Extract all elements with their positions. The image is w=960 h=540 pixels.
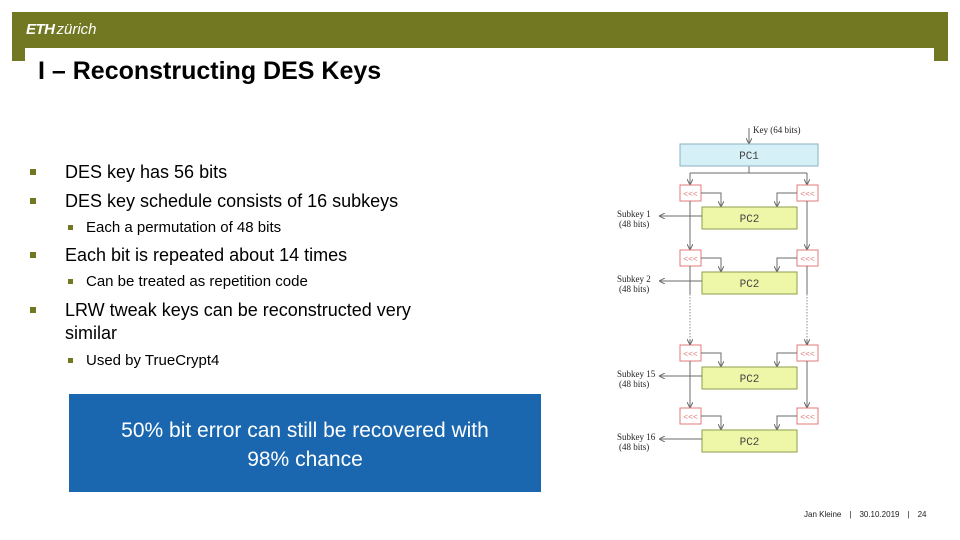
callout-line-2: 98% chance bbox=[247, 448, 363, 471]
bullet-text: similar bbox=[65, 323, 117, 343]
subkey-label: Subkey 1 bbox=[617, 209, 651, 219]
footer-separator: | bbox=[907, 510, 910, 519]
footer-page-number: 24 bbox=[917, 510, 927, 519]
eth-logo: ETH zürich bbox=[26, 20, 97, 40]
subkey-label: Subkey 16 bbox=[617, 432, 656, 442]
subkey-bits-label: (48 bits) bbox=[619, 284, 649, 294]
rotate-to-pc2-left bbox=[701, 257, 721, 271]
subkey-bits-label: (48 bits) bbox=[619, 219, 649, 229]
subkey-bits-label: (48 bits) bbox=[619, 442, 649, 452]
callout-line-1: 50% bit error can still be recovered wit… bbox=[121, 419, 489, 442]
rotate-to-pc2-left bbox=[701, 352, 721, 366]
rotate-right-label: <<< bbox=[800, 351, 815, 360]
rotate-to-pc2-right bbox=[777, 352, 797, 366]
logo-zurich: zürich bbox=[56, 21, 97, 38]
pc1-label: PC1 bbox=[739, 151, 759, 163]
pc2-label: PC2 bbox=[740, 214, 760, 226]
bullet-text: DES key has 56 bits bbox=[65, 162, 228, 182]
bullet-square-icon bbox=[68, 279, 73, 284]
rotate-right-label: <<< bbox=[800, 191, 815, 200]
rotate-right-label: <<< bbox=[800, 256, 815, 265]
subkey-label: Subkey 2 bbox=[617, 274, 651, 284]
sub-bullet-text: Used by TrueCrypt4 bbox=[86, 352, 220, 369]
rotate-to-pc2-left bbox=[701, 192, 721, 206]
rotate-left-label: <<< bbox=[683, 256, 698, 265]
footer-separator: | bbox=[849, 510, 852, 519]
sub-bullet-text: Can be treated as repetition code bbox=[86, 273, 308, 290]
des-key-schedule-diagram: Key (64 bits) PC1 <<< <<<PC2Subkey 1(48 b… bbox=[617, 125, 819, 453]
footer-date: 30.10.2019 bbox=[859, 510, 900, 519]
header-band bbox=[12, 12, 948, 48]
pc2-label: PC2 bbox=[740, 374, 760, 386]
rotate-to-pc2-right bbox=[777, 415, 797, 429]
rotate-left-label: <<< bbox=[683, 351, 698, 360]
rotate-to-pc2-right bbox=[777, 257, 797, 271]
slide-title: I – Reconstructing DES Keys bbox=[38, 57, 382, 85]
bullet-square-icon bbox=[30, 252, 36, 258]
bullet-text: DES key schedule consists of 16 subkeys bbox=[65, 191, 399, 211]
logo-eth: ETH bbox=[26, 21, 55, 38]
bullet-square-icon bbox=[68, 225, 73, 230]
bullet-square-icon bbox=[30, 198, 36, 204]
pc2-label: PC2 bbox=[740, 437, 760, 449]
subkey-label: Subkey 15 bbox=[617, 369, 656, 379]
subkey-bits-label: (48 bits) bbox=[619, 379, 649, 389]
rotate-left-label: <<< bbox=[683, 191, 698, 200]
footer-author: Jan Kleine bbox=[804, 510, 842, 519]
bullet-square-icon bbox=[30, 169, 36, 175]
header-tab-left bbox=[12, 48, 25, 61]
bullet-text: LRW tweak keys can be reconstructed very bbox=[65, 300, 411, 320]
rotate-to-pc2-left bbox=[701, 415, 721, 429]
callout-box: 50% bit error can still be recovered wit… bbox=[69, 394, 541, 492]
rotate-left-label: <<< bbox=[683, 414, 698, 423]
bullet-text: Each bit is repeated about 14 times bbox=[65, 245, 348, 265]
sub-bullet-text: Each a permutation of 48 bits bbox=[86, 219, 282, 236]
header-tab-right bbox=[934, 48, 948, 61]
bullet-square-icon bbox=[68, 358, 73, 363]
footer: Jan Kleine | 30.10.2019 | 24 bbox=[804, 510, 926, 519]
pc2-label: PC2 bbox=[740, 279, 760, 291]
rotate-right-label: <<< bbox=[800, 414, 815, 423]
key-label: Key (64 bits) bbox=[753, 125, 801, 135]
bullet-square-icon bbox=[30, 307, 36, 313]
rotate-to-pc2-right bbox=[777, 192, 797, 206]
